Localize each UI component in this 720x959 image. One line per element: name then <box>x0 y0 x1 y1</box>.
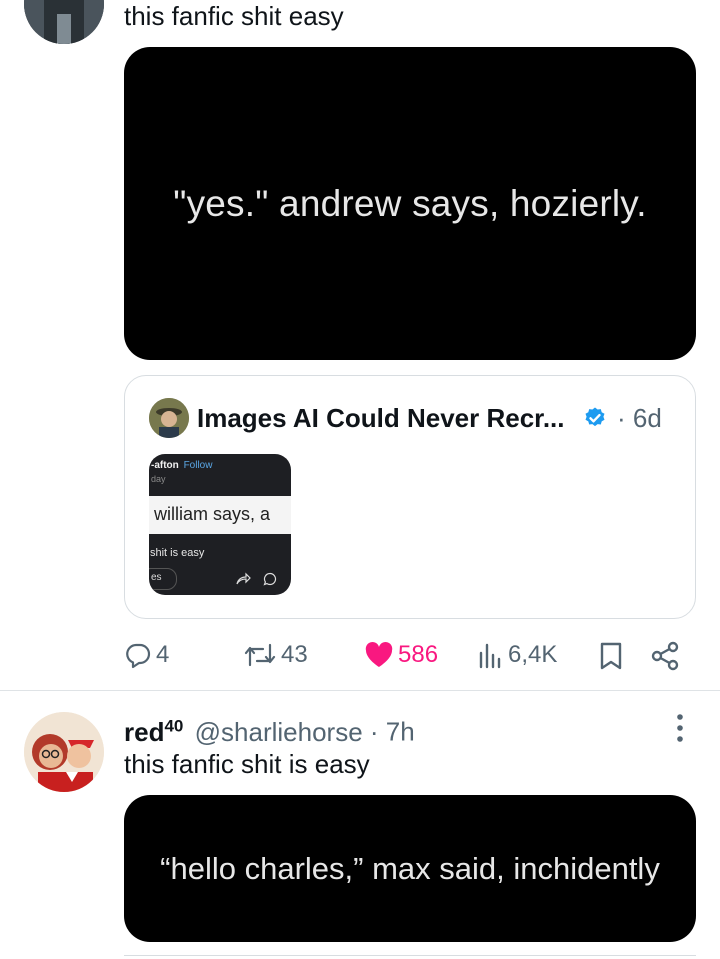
like-button[interactable]: 586 <box>364 641 438 669</box>
avatar[interactable] <box>24 712 104 792</box>
verified-badge-icon <box>585 407 605 427</box>
display-name-superscript: 40 <box>164 716 184 735</box>
display-name[interactable]: red40 <box>124 716 191 747</box>
quote-account-name[interactable]: Images AI Could Never Recr... <box>197 403 565 434</box>
thumb-follow: Follow <box>183 460 213 471</box>
reply-count: 4 <box>156 641 170 668</box>
media-text: “hello charles,” max said, inchidently <box>160 850 660 886</box>
retweet-button[interactable]: 43 <box>243 641 308 669</box>
thumb-quote-text: william says, a <box>154 504 271 524</box>
retweet-count: 43 <box>281 641 308 668</box>
illustrated-couple-icon <box>24 712 104 792</box>
person-in-hat-icon <box>149 398 189 438</box>
tweet-header: red40 @sharliehorse · 7h <box>124 708 415 750</box>
tweet-media-image[interactable]: "yes." andrew says, hozierly. <box>124 47 696 360</box>
thumb-pill-text: es <box>151 572 162 583</box>
display-name-text: red <box>124 716 165 747</box>
views-chart-icon <box>479 643 501 669</box>
heart-icon <box>365 642 393 667</box>
avatar[interactable] <box>24 0 104 44</box>
views-button[interactable]: 6,4K <box>478 641 557 669</box>
quote-time[interactable]: · 6d <box>617 403 662 434</box>
like-count: 586 <box>398 641 439 668</box>
media-text: "yes." andrew says, hozierly. <box>173 182 647 224</box>
quoted-tweet-card[interactable]: Images AI Could Never Recr... · 6d -afto… <box>124 375 696 619</box>
share-arrow-icon <box>236 572 251 585</box>
retweet-icon <box>244 643 276 667</box>
thumb-username: -afton <box>151 460 179 471</box>
reply-button[interactable]: 4 <box>124 641 169 669</box>
tweet-time[interactable]: · 7h <box>370 717 415 747</box>
tweet-media-image[interactable]: “hello charles,” max said, inchidently <box>124 795 696 942</box>
more-options-icon[interactable] <box>672 712 688 744</box>
user-handle[interactable]: @sharliehorse <box>195 717 363 747</box>
tweet-text: this fanfic shit easy <box>124 1 344 31</box>
person-photo-icon <box>24 0 104 44</box>
reply-icon <box>126 643 151 669</box>
share-icon[interactable] <box>651 641 679 671</box>
tweet-text: this fanfic shit is easy <box>124 749 370 779</box>
thumb-quote-strip: william says, a <box>149 496 291 534</box>
comment-bubble-icon <box>263 572 277 586</box>
thumb-caption: shit is easy <box>150 547 205 559</box>
quote-account-name-label: Images AI Could Never Recr... <box>197 403 565 433</box>
quote-avatar[interactable] <box>149 398 189 438</box>
bookmark-icon[interactable] <box>598 641 624 671</box>
thumb-sub: day <box>151 474 166 484</box>
tweet-divider <box>0 690 720 691</box>
quote-media-thumbnail[interactable]: -afton Follow day william says, a shit i… <box>149 454 291 595</box>
next-card-edge <box>124 955 696 959</box>
views-count: 6,4K <box>508 641 558 668</box>
thumb-pill: es <box>149 568 177 590</box>
